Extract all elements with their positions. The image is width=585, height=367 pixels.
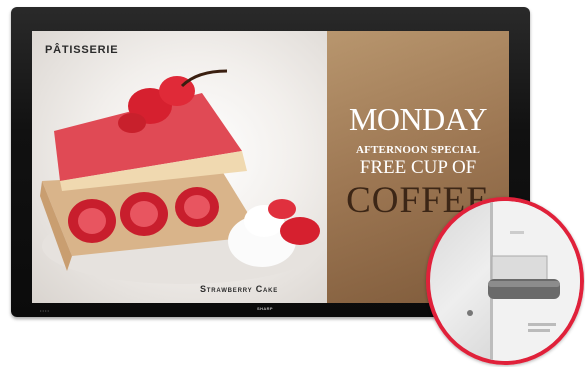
brand-label: PÂTISSERIE [45,44,119,56]
promo-offer: FREE CUP OF [359,157,477,178]
brand-logo: SHARP [257,306,274,311]
promo-day: MONDAY [348,101,488,137]
product-label: Strawberry Cake [200,284,279,294]
connector-illustration [467,201,580,361]
cake-photo: PÂTISSERIE Strawberry Cake [32,31,327,303]
promo-subtitle: AFTERNOON SPECIAL [355,144,481,156]
bezel-indicators: • • • • [40,308,49,313]
cake-illustration [40,69,322,284]
connector-zoom-callout [426,197,584,365]
